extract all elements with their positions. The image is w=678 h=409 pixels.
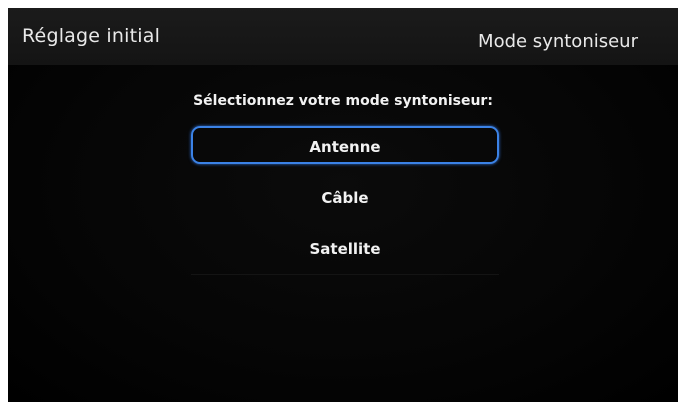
tv-screen: Réglage initial Mode syntoniseur Sélecti… [8,8,678,402]
page-title: Réglage initial [22,25,161,47]
option-satellite[interactable]: Satellite [191,228,499,266]
selection-prompt: Sélectionnez votre mode syntoniseur: [193,93,493,109]
options-divider [191,274,499,275]
header-bar: Réglage initial Mode syntoniseur [8,8,678,65]
option-antenne[interactable]: Antenne [191,126,499,164]
tuner-mode-options: Antenne Câble Satellite [191,126,499,279]
option-cable[interactable]: Câble [191,177,499,215]
section-title: Mode syntoniseur [478,31,638,52]
